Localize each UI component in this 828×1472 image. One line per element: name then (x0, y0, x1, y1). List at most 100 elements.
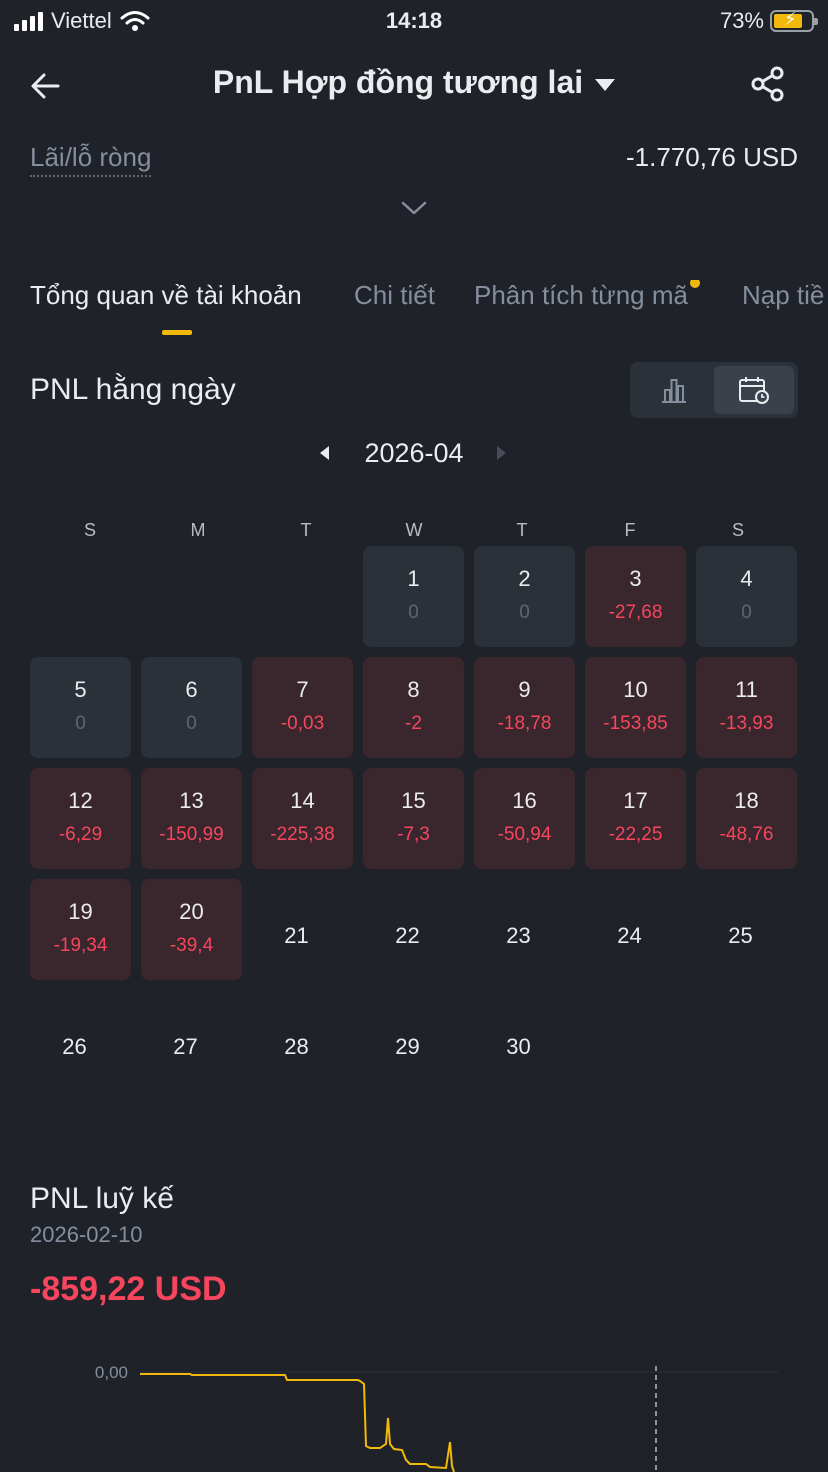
day-number: 7 (296, 677, 309, 702)
tab-deposit[interactable]: Nạp tiề (742, 280, 824, 311)
active-tab-indicator (162, 330, 192, 335)
day-pnl: 0 (75, 713, 86, 734)
cumulative-pnl-date: 2026-02-10 (30, 1222, 143, 1247)
day-pnl: 0 (408, 602, 419, 623)
tab-symbol-analysis[interactable]: Phân tích từng mã (474, 280, 700, 311)
weekday-label: T (300, 520, 312, 540)
calendar-day[interactable]: 11 -13,93 (696, 657, 797, 758)
day-number: 11 (735, 677, 758, 702)
weekday-label: W (405, 520, 423, 540)
calendar-day-plain[interactable]: 21 (246, 923, 347, 949)
caret-down-icon (595, 78, 616, 91)
day-number: 14 (290, 788, 315, 813)
calendar-day-plain[interactable]: 28 (246, 1034, 347, 1060)
weekday-label: T (516, 520, 528, 540)
calendar-day-plain[interactable]: 22 (357, 923, 458, 949)
cumulative-pnl-chart[interactable]: 0,00 (30, 1350, 798, 1472)
day-number: 12 (68, 788, 93, 813)
weekday-label: F (624, 520, 636, 540)
day-pnl: -2 (405, 713, 422, 734)
net-pnl-value: -1.770,76 USD (626, 142, 798, 172)
day-pnl: 0 (519, 602, 530, 623)
month-navigator: 2026-04 (0, 436, 828, 472)
day-pnl: -39,4 (169, 935, 214, 956)
day-number: 16 (512, 788, 537, 813)
view-toggle (630, 362, 798, 418)
page-title-dropdown[interactable]: PnL Hợp đồng tương lai (0, 64, 828, 101)
day-pnl: -13,93 (719, 713, 774, 734)
status-right: 73% ⚡ (719, 8, 818, 34)
day-number: 6 (185, 677, 198, 702)
day-number: 17 (623, 788, 648, 813)
calendar-day-plain[interactable]: 23 (468, 923, 569, 949)
day-pnl: -22,25 (608, 824, 663, 845)
header: PnL Hợp đồng tương lai (0, 56, 828, 116)
day-pnl: -7,3 (397, 824, 430, 845)
status-time: 14:18 (385, 8, 443, 33)
calendar-day[interactable]: 14 -225,38 (252, 768, 353, 869)
day-number: 15 (401, 788, 426, 813)
day-number: 18 (734, 788, 759, 813)
next-month-icon[interactable] (497, 446, 506, 460)
calendar-day[interactable]: 9 -18,78 (474, 657, 575, 758)
tab-details[interactable]: Chi tiết (354, 280, 435, 311)
calendar-day[interactable]: 60 (141, 657, 242, 758)
day-pnl: 0 (186, 713, 197, 734)
calendar-day[interactable]: 20 -39,4 (141, 879, 242, 980)
day-pnl: -0,03 (280, 713, 325, 734)
calendar-day-plain[interactable]: 26 (24, 1034, 125, 1060)
calendar-day[interactable]: 16 -50,94 (474, 768, 575, 869)
tab-account-overview[interactable]: Tổng quan về tài khoản (30, 280, 302, 311)
day-pnl: -18,78 (497, 713, 552, 734)
calendar-day[interactable]: 15 -7,3 (363, 768, 464, 869)
cumulative-pnl-title: PNL luỹ kế (30, 1182, 174, 1215)
chevron-down-icon[interactable] (400, 198, 428, 218)
day-number: 13 (179, 788, 204, 813)
day-number: 20 (179, 899, 204, 924)
calendar-day[interactable]: 18 -48,76 (696, 768, 797, 869)
calendar-day[interactable]: 7 -0,03 (252, 657, 353, 758)
day-number: 3 (629, 566, 642, 591)
calendar-day-plain[interactable]: 25 (690, 923, 791, 949)
calendar-view-button[interactable] (714, 366, 794, 414)
calendar-day[interactable]: 19 -19,34 (30, 879, 131, 980)
day-pnl: -19,34 (53, 935, 108, 956)
page-title: PnL Hợp đồng tương lai (212, 64, 584, 100)
calendar-day[interactable]: 13 -150,99 (141, 768, 242, 869)
day-number: 10 (623, 677, 648, 702)
calendar-day[interactable]: 40 (696, 546, 797, 647)
calendar-day[interactable]: 8 -2 (363, 657, 464, 758)
day-pnl: -150,99 (159, 824, 224, 845)
day-number: 2 (518, 566, 531, 591)
net-pnl-row: Lãi/lỗ ròng -1.770,76 USD (30, 142, 798, 182)
month-label: 2026-04 (364, 438, 464, 468)
bar-chart-view-button[interactable] (634, 366, 714, 414)
day-pnl: -50,94 (497, 824, 552, 845)
share-icon[interactable] (748, 64, 788, 104)
pnl-line (140, 1373, 455, 1472)
day-number: 1 (407, 566, 420, 591)
calendar-day[interactable]: 12 -6,29 (30, 768, 131, 869)
net-pnl-label[interactable]: Lãi/lỗ ròng (30, 142, 152, 177)
day-pnl: -153,85 (603, 713, 668, 734)
calendar-clock-icon (739, 377, 769, 404)
battery-icon: ⚡ (770, 9, 818, 32)
calendar-day-plain[interactable]: 24 (579, 923, 680, 949)
daily-pnl-title: PNL hằng ngày (30, 373, 236, 406)
calendar-day[interactable]: 20 (474, 546, 575, 647)
battery-percent: 73% (719, 8, 764, 33)
calendar-day[interactable]: 3 -27,68 (585, 546, 686, 647)
calendar-day-plain[interactable]: 29 (357, 1034, 458, 1060)
day-pnl: -48,76 (719, 824, 774, 845)
calendar-day[interactable]: 10 (363, 546, 464, 647)
day-number: 8 (407, 677, 420, 702)
weekday-label: S (83, 520, 96, 540)
calendar-day-plain[interactable]: 27 (135, 1034, 236, 1060)
y-axis-label: 0,00 (95, 1363, 128, 1382)
calendar-day[interactable]: 17 -22,25 (585, 768, 686, 869)
calendar-day[interactable]: 50 (30, 657, 131, 758)
weekday-label: M (190, 520, 206, 540)
tab-symbol-analysis-label: Phân tích từng mã (474, 280, 688, 310)
calendar-day-plain[interactable]: 30 (468, 1034, 569, 1060)
calendar-day[interactable]: 10 -153,85 (585, 657, 686, 758)
